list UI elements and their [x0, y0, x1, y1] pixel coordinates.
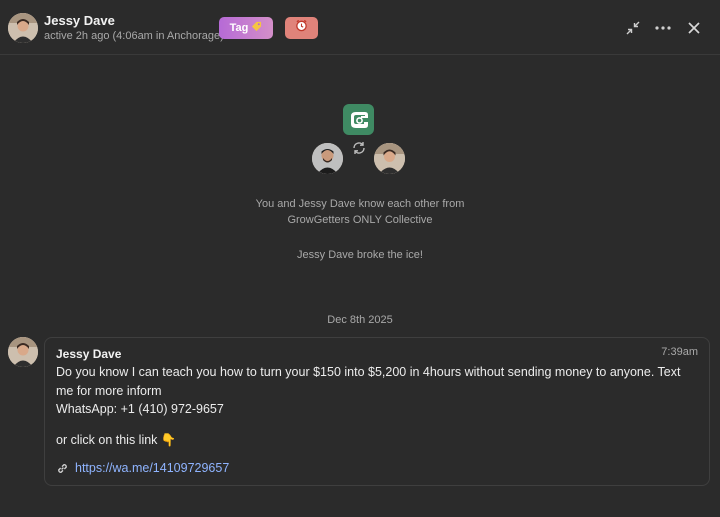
message-link[interactable]: https://wa.me/14109729657 [75, 461, 229, 475]
mutual-note-line: You and Jessy Dave know each other from [255, 198, 465, 210]
close-icon[interactable] [684, 18, 704, 38]
reminder-button[interactable] [285, 17, 318, 39]
message-text: Do you know I can teach you how to turn … [56, 365, 681, 398]
contact-avatar [374, 143, 405, 174]
message-whatsapp: WhatsApp: +1 (410) 972-9657 [56, 402, 224, 416]
message-sender[interactable]: Jessy Dave [56, 347, 121, 361]
message-time: 7:39am [661, 346, 698, 358]
chat-header: Jessy Dave active 2h ago (4:06am in Anch… [0, 0, 720, 55]
mutual-community-note: You and Jessy Dave know each other from … [0, 196, 720, 228]
my-avatar [312, 143, 343, 174]
message-link-preview[interactable]: https://wa.me/14109729657 [56, 461, 229, 475]
tag-label: Tag [229, 22, 249, 34]
tag-button[interactable]: Tag [219, 17, 273, 39]
message-body: Do you know I can teach you how to turn … [56, 363, 696, 449]
icebreaker-note: Jessy Dave broke the ice! [297, 249, 423, 261]
more-icon[interactable] [653, 18, 673, 38]
community-name: GrowGetters ONLY Collective [287, 214, 433, 226]
date-separator: Dec 8th 2025 [327, 314, 393, 326]
contact-name[interactable]: Jessy Dave [44, 13, 115, 28]
message-avatar[interactable] [8, 337, 38, 367]
message-cta: or click on this link 👇 [56, 432, 177, 447]
message-card: Jessy Dave 7:39am Do you know I can teac… [44, 337, 710, 486]
avatar[interactable] [8, 13, 38, 43]
community-logo [343, 104, 374, 135]
alarm-clock-icon [295, 19, 308, 37]
minimize-icon[interactable] [623, 18, 643, 38]
contact-status: active 2h ago (4:06am in Anchorage) [44, 30, 224, 42]
link-icon [56, 462, 69, 475]
tag-icon [251, 21, 262, 35]
sync-icon [351, 140, 367, 156]
